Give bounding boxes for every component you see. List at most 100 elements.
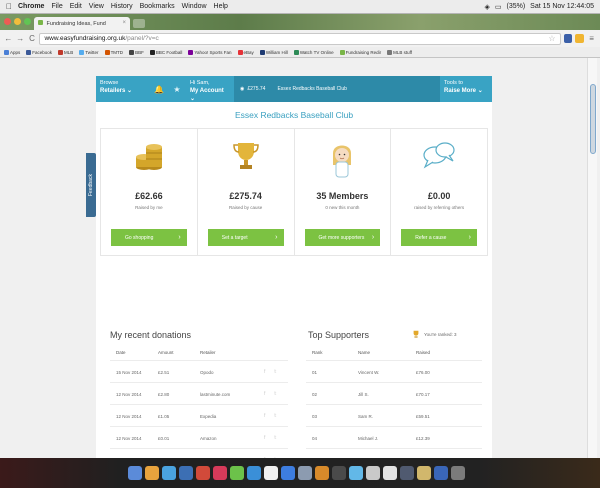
wifi-icon[interactable]: ◈	[484, 3, 489, 11]
page-scrollbar[interactable]	[587, 58, 597, 458]
donation-date: 12 Nov 2014	[116, 414, 142, 419]
bookmark-item[interactable]: Twitter	[79, 49, 99, 55]
tab-close-icon[interactable]: ×	[122, 20, 126, 26]
bookmark-item[interactable]: MLB stuff	[387, 49, 412, 55]
site-navigation: Browse Retailers ⌄ 🔔 ★ Hi Sam, My Accoun…	[96, 76, 492, 102]
bookmark-item[interactable]: Watch TV Online	[293, 49, 334, 55]
donation-amount: £2.80	[158, 392, 170, 397]
menu-help[interactable]: Help	[214, 3, 228, 10]
easyfundraising-favicon-icon	[38, 20, 43, 25]
notifications-bell-icon[interactable]: 🔔	[150, 76, 168, 102]
club-title: Essex Redbacks Baseball Club	[234, 110, 354, 120]
bookmark-item[interactable]: Facebook	[26, 49, 52, 55]
referrals-label: raised by referring others	[414, 205, 465, 210]
dock-app-icon[interactable]	[179, 466, 193, 480]
dock-app-icon[interactable]	[128, 466, 142, 480]
dock-app-icon[interactable]	[213, 466, 227, 480]
extension-icon-2[interactable]	[575, 34, 585, 43]
forward-button[interactable]: →	[16, 34, 25, 43]
supporter-raised: £70.17	[416, 392, 430, 397]
feedback-tab[interactable]: Feedback	[86, 153, 96, 217]
ranked-text: You're ranked: 3	[424, 331, 457, 337]
dock-app-icon[interactable]	[281, 466, 295, 480]
dock-app-icon[interactable]	[162, 466, 176, 480]
browser-tab-active[interactable]: Fundraising Ideas, Fund ×	[34, 17, 130, 30]
twitter-share-icon[interactable]: 𝕥	[274, 369, 276, 375]
extension-icon-1[interactable]	[563, 34, 573, 43]
bookmark-item[interactable]: BBF	[129, 49, 144, 55]
facebook-share-icon[interactable]: f	[264, 369, 265, 375]
bookmark-star-icon[interactable]: ☆	[548, 34, 555, 43]
twitter-share-icon[interactable]: 𝕥	[274, 391, 276, 397]
get-more-supporters-button[interactable]: Get more supporters ›	[304, 229, 381, 246]
set-a-target-button[interactable]: Set a target ›	[207, 229, 284, 246]
favourites-star-icon[interactable]: ★	[168, 76, 186, 102]
menu-history[interactable]: History	[111, 3, 133, 10]
battery-icon[interactable]: ▭	[495, 3, 502, 11]
dock-app-icon[interactable]	[451, 466, 465, 480]
raised-by-me-label: Raised by me	[135, 205, 163, 210]
nav-club-selector[interactable]: Essex Redbacks Baseball Club	[271, 76, 440, 102]
new-tab-button[interactable]	[133, 19, 145, 28]
bookmark-item[interactable]: Fundraising Redir	[339, 49, 381, 55]
dock-app-icon[interactable]	[298, 466, 312, 480]
go-shopping-button[interactable]: Go shopping ›	[111, 229, 187, 246]
close-window-icon[interactable]	[4, 18, 11, 25]
dock-app-icon[interactable]	[332, 466, 346, 480]
bookmark-item[interactable]: Yahoo! Sports Fan	[188, 49, 232, 55]
donation-date: 12 Nov 2014	[116, 392, 142, 397]
nav-balance[interactable]: ◉ £275.74	[234, 76, 272, 102]
dock-app-icon[interactable]	[366, 466, 380, 480]
dock-app-icon[interactable]	[264, 466, 278, 480]
dock-app-icon[interactable]	[417, 466, 431, 480]
dock-app-icon[interactable]	[145, 466, 159, 480]
dock-app-icon[interactable]	[383, 466, 397, 480]
apple-icon[interactable]: 	[6, 2, 12, 11]
reload-button[interactable]: C	[28, 34, 37, 43]
menubar-clock[interactable]: Sat 15 Nov 12:44:05	[530, 3, 594, 10]
my-account-menu[interactable]: Hi Sam, My Account ⌄	[186, 76, 234, 102]
bookmark-item[interactable]: Apps	[4, 49, 20, 55]
scrollbar-thumb[interactable]	[590, 84, 596, 154]
menu-bookmarks[interactable]: Bookmarks	[140, 3, 175, 10]
maximize-window-icon[interactable]	[24, 18, 31, 25]
facebook-share-icon[interactable]: f	[264, 435, 265, 441]
bookmark-item[interactable]: William Hill	[259, 49, 288, 55]
bookmark-item[interactable]: BBC Football	[149, 49, 182, 55]
get-more-supporters-label: Get more supporters	[318, 234, 365, 241]
bookmark-item[interactable]: TMTD	[104, 49, 123, 55]
raise-more-label: Raise More	[444, 88, 477, 94]
back-button[interactable]: ←	[4, 34, 13, 43]
menu-window[interactable]: Window	[182, 3, 207, 10]
dock-app-icon[interactable]	[230, 466, 244, 480]
tools-raise-more-menu[interactable]: Tools to Raise More ⌄	[440, 76, 492, 102]
bookmark-favicon-icon	[58, 49, 64, 55]
main-content: Essex Redbacks Baseball Club £62.66 Rais…	[96, 102, 492, 458]
bookmark-favicon-icon	[237, 49, 243, 55]
dock-app-icon[interactable]	[400, 466, 414, 480]
browse-retailers-menu[interactable]: Browse Retailers ⌄	[96, 76, 150, 102]
facebook-share-icon[interactable]: f	[264, 413, 265, 419]
address-bar[interactable]: www.easyfundraising.org.uk /panel/?v=c ☆	[39, 32, 561, 45]
twitter-share-icon[interactable]: 𝕥	[274, 413, 276, 419]
dock-app-icon[interactable]	[349, 466, 363, 480]
refer-a-cause-button[interactable]: Refer a cause ›	[401, 229, 477, 246]
dock-app-icon[interactable]	[434, 466, 448, 480]
minimize-window-icon[interactable]	[14, 18, 21, 25]
bookmark-item[interactable]: MLB	[58, 49, 73, 55]
facebook-share-icon[interactable]: f	[264, 391, 265, 397]
chrome-menu-icon[interactable]: ≡	[587, 34, 596, 43]
supporters-col-rank: Rank	[312, 350, 323, 355]
dock-app-icon[interactable]	[196, 466, 210, 480]
menu-file[interactable]: File	[51, 3, 62, 10]
menu-view[interactable]: View	[89, 3, 104, 10]
dock-app-icon[interactable]	[247, 466, 261, 480]
menu-app-name[interactable]: Chrome	[18, 3, 44, 10]
menu-edit[interactable]: Edit	[70, 3, 82, 10]
supporters-col-raised: Raised	[416, 350, 431, 355]
twitter-share-icon[interactable]: 𝕥	[274, 435, 276, 441]
bookmark-label: BBF	[135, 49, 144, 55]
dock-app-icon[interactable]	[315, 466, 329, 480]
bookmark-item[interactable]: eBay	[237, 49, 254, 55]
row-divider	[306, 382, 482, 383]
